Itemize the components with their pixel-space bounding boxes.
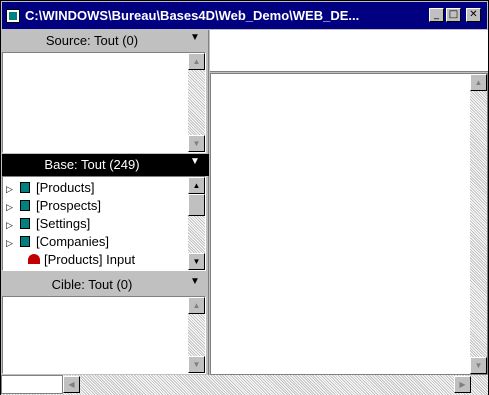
scroll-down-icon[interactable]: ▼ (188, 356, 205, 373)
scroll-right-icon[interactable]: ▶ (454, 376, 471, 393)
list-item[interactable]: ▷ [Settings] (6, 216, 90, 234)
list-item-label: [Settings] (36, 216, 91, 231)
source-scrollbar[interactable]: ▲ ▼ (188, 53, 205, 152)
list-item[interactable]: ▷ [Companies] (6, 234, 109, 252)
content-frame[interactable]: ▲ ▼ (210, 73, 488, 375)
source-list[interactable]: ▲ ▼ (2, 52, 206, 153)
table-icon (20, 200, 30, 211)
scroll-up-icon[interactable]: ▲ (188, 53, 205, 70)
chevron-down-icon: ▼ (190, 156, 200, 167)
content-scrollbar[interactable]: ▲ ▼ (470, 74, 487, 374)
cible-dropdown[interactable]: Cible: Tout (0) ▼ (2, 274, 209, 296)
scroll-up-icon[interactable]: ▲ (188, 297, 205, 314)
list-item-label: [Products] Input (44, 252, 136, 267)
source-label: Source: Tout (0) (45, 33, 139, 48)
list-item-label: [Products] (36, 180, 95, 195)
horizontal-scrollbar[interactable]: ◀ ▶ (1, 375, 488, 395)
base-list[interactable]: ▷ [Products] ▷ [Prospects] ▷ [Settings] ▷ [C… (2, 176, 206, 271)
form-icon (28, 254, 40, 264)
scroll-up-icon[interactable]: ▲ (470, 74, 487, 91)
app-window: C:\WINDOWS\Bureau\Bases4D\Web_Demo\WEB_D… (0, 0, 489, 395)
table-icon (20, 236, 30, 247)
window-title: C:\WINDOWS\Bureau\Bases4D\Web_Demo\WEB_D… (25, 8, 360, 23)
cible-label: Cible: Tout (0) (51, 277, 133, 292)
app-icon[interactable] (6, 9, 20, 23)
base-scrollbar[interactable]: ▲ ▼ (188, 177, 205, 270)
cible-scrollbar[interactable]: ▲ ▼ (188, 297, 205, 373)
list-item[interactable]: ▷ [Products] (6, 180, 95, 198)
list-item[interactable]: [Products] Input (6, 252, 135, 270)
base-label: Base: Tout (249) (44, 157, 140, 172)
scroll-down-icon[interactable]: ▼ (188, 135, 205, 152)
minimize-button[interactable]: _ (429, 8, 444, 22)
scroll-thumb[interactable] (188, 194, 205, 216)
source-dropdown[interactable]: Source: Tout (0) ▼ (2, 30, 209, 52)
table-icon (20, 218, 30, 229)
expand-icon[interactable]: ▷ (6, 202, 16, 213)
list-item[interactable]: ▷ [Prospects] (6, 198, 101, 216)
scroll-down-icon[interactable]: ▼ (470, 357, 487, 374)
status-field (1, 375, 63, 394)
cible-list[interactable]: ▲ ▼ (2, 296, 206, 374)
table-icon (20, 182, 30, 193)
scroll-down-icon[interactable]: ▼ (188, 253, 205, 270)
expand-icon[interactable]: ▷ (6, 238, 16, 249)
close-button[interactable]: ✕ (466, 8, 481, 22)
expand-icon[interactable]: ▷ (6, 184, 16, 195)
left-pane: Source: Tout (0) ▼ ▲ ▼ Base: Tout (249) … (2, 30, 209, 375)
list-item-label: [Prospects] (36, 198, 102, 213)
base-dropdown[interactable]: Base: Tout (249) ▼ (2, 154, 209, 176)
expand-icon[interactable]: ▷ (6, 220, 16, 231)
list-item-label: [Companies] (36, 234, 109, 249)
scroll-up-icon[interactable]: ▲ (188, 177, 205, 194)
top-frame[interactable] (210, 30, 488, 72)
chevron-down-icon: ▼ (190, 32, 200, 43)
maximize-button[interactable]: □ (446, 8, 461, 22)
scroll-left-icon[interactable]: ◀ (63, 376, 80, 393)
right-pane: ▲ ▼ (210, 30, 488, 375)
title-bar[interactable]: C:\WINDOWS\Bureau\Bases4D\Web_Demo\WEB_D… (2, 2, 487, 29)
chevron-down-icon: ▼ (190, 276, 200, 287)
